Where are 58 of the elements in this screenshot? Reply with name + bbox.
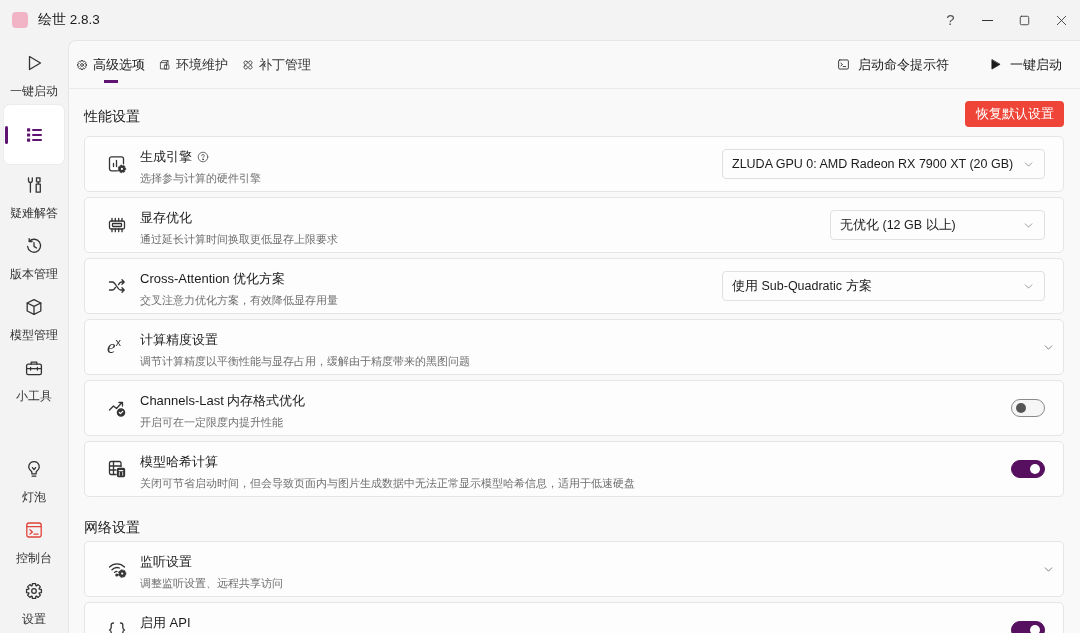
select-dropdown[interactable]: 使用 Sub-Quadratic 方案	[722, 271, 1045, 301]
chart-gear-icon	[107, 154, 127, 174]
maximize-icon	[1018, 13, 1031, 27]
memory-chip-icon	[107, 215, 127, 235]
setting-description: 调整监听设置、远程共享访问	[140, 576, 283, 590]
launch-button[interactable]: 一键启动	[977, 47, 1074, 82]
command-prompt-button[interactable]: 启动命令提示符	[825, 47, 961, 82]
setting-title: Cross-Attention 优化方案	[140, 270, 286, 287]
setting-description: 选择参与计算的硬件引擎	[140, 171, 261, 185]
sidebar-item[interactable]: 设置	[4, 572, 64, 631]
setting-description: 开启可在一定限度内提升性能	[140, 415, 283, 429]
setting-title: 显存优化	[140, 209, 192, 226]
setting-card[interactable]: e$^{x}$ 计算精度设置 调节计算精度以平衡性能与显存占用，缓解由于精度带来的黑图问题	[84, 319, 1064, 375]
close-icon	[1055, 13, 1068, 27]
setting-title: Channels-Last 内存格式优化	[140, 392, 306, 409]
bandage-icon	[242, 58, 254, 71]
select-dropdown[interactable]: ZLUDA GPU 0: AMD Radeon RX 7900 XT (20 GB)	[722, 149, 1045, 179]
setting-title: 启用 API	[140, 614, 191, 631]
table-calculator-icon	[107, 459, 127, 479]
terminal-icon	[837, 58, 850, 71]
sidebar-item[interactable]: 模型管理	[4, 288, 64, 347]
setting-title: 计算精度设置	[140, 331, 218, 348]
setting-card[interactable]: 监听设置 调整监听设置、远程共享访问	[84, 541, 1064, 597]
sidebar-item[interactable]: 疑难解答	[4, 166, 64, 225]
setting-title: 模型哈希计算	[140, 453, 218, 470]
app-icon	[12, 12, 28, 28]
sidebar-item[interactable]: 小工具	[4, 349, 64, 408]
shuffle-icon	[107, 276, 127, 296]
minimize-icon	[982, 19, 993, 21]
setting-description: 交叉注意力优化方案，有效降低显存用量	[140, 293, 338, 307]
select-dropdown[interactable]: 无优化 (12 GB 以上)	[830, 210, 1045, 240]
setting-description: 关闭可节省启动时间，但会导致页面内与图片生成数据中无法正常显示模型哈希信息，适用于低速硬盘	[140, 476, 635, 490]
tab[interactable]: 补丁管理	[235, 41, 318, 88]
history-icon	[24, 236, 44, 256]
tab[interactable]: 环境维护	[152, 41, 235, 88]
settings-icon	[76, 58, 88, 71]
setting-description: 通过延长计算时间换取更低显存上限要求	[140, 232, 338, 246]
cube-icon	[24, 297, 44, 317]
package-icon	[159, 58, 171, 71]
window-title: 绘世 2.8.3	[38, 10, 100, 29]
setting-description: 调节计算精度以平衡性能与显存占用，缓解由于精度带来的黑图问题	[140, 354, 470, 368]
setting-title: 生成引擎	[140, 148, 192, 165]
setting-title: 监听设置	[140, 553, 192, 570]
reset-defaults-button[interactable]: 恢复默认设置	[965, 101, 1064, 127]
exponent-symbol: e$^{x}$	[107, 337, 122, 357]
help-button[interactable]: ?	[932, 0, 969, 40]
section-title: 性能设置	[84, 106, 140, 126]
toggle-switch[interactable]	[1011, 460, 1045, 478]
toggle-switch[interactable]	[1011, 399, 1045, 417]
section-title: 网络设置	[84, 517, 140, 537]
help-icon[interactable]	[197, 150, 209, 163]
sidebar-item[interactable]: 版本管理	[4, 227, 64, 286]
sidebar-item[interactable]: 控制台	[4, 511, 64, 570]
sidebar-item[interactable]	[4, 105, 64, 164]
sidebar-item[interactable]: 灯泡	[4, 450, 64, 509]
selection-indicator	[5, 125, 8, 144]
play-icon	[989, 58, 1002, 71]
sidebar-item[interactable]: 一键启动	[4, 44, 64, 103]
